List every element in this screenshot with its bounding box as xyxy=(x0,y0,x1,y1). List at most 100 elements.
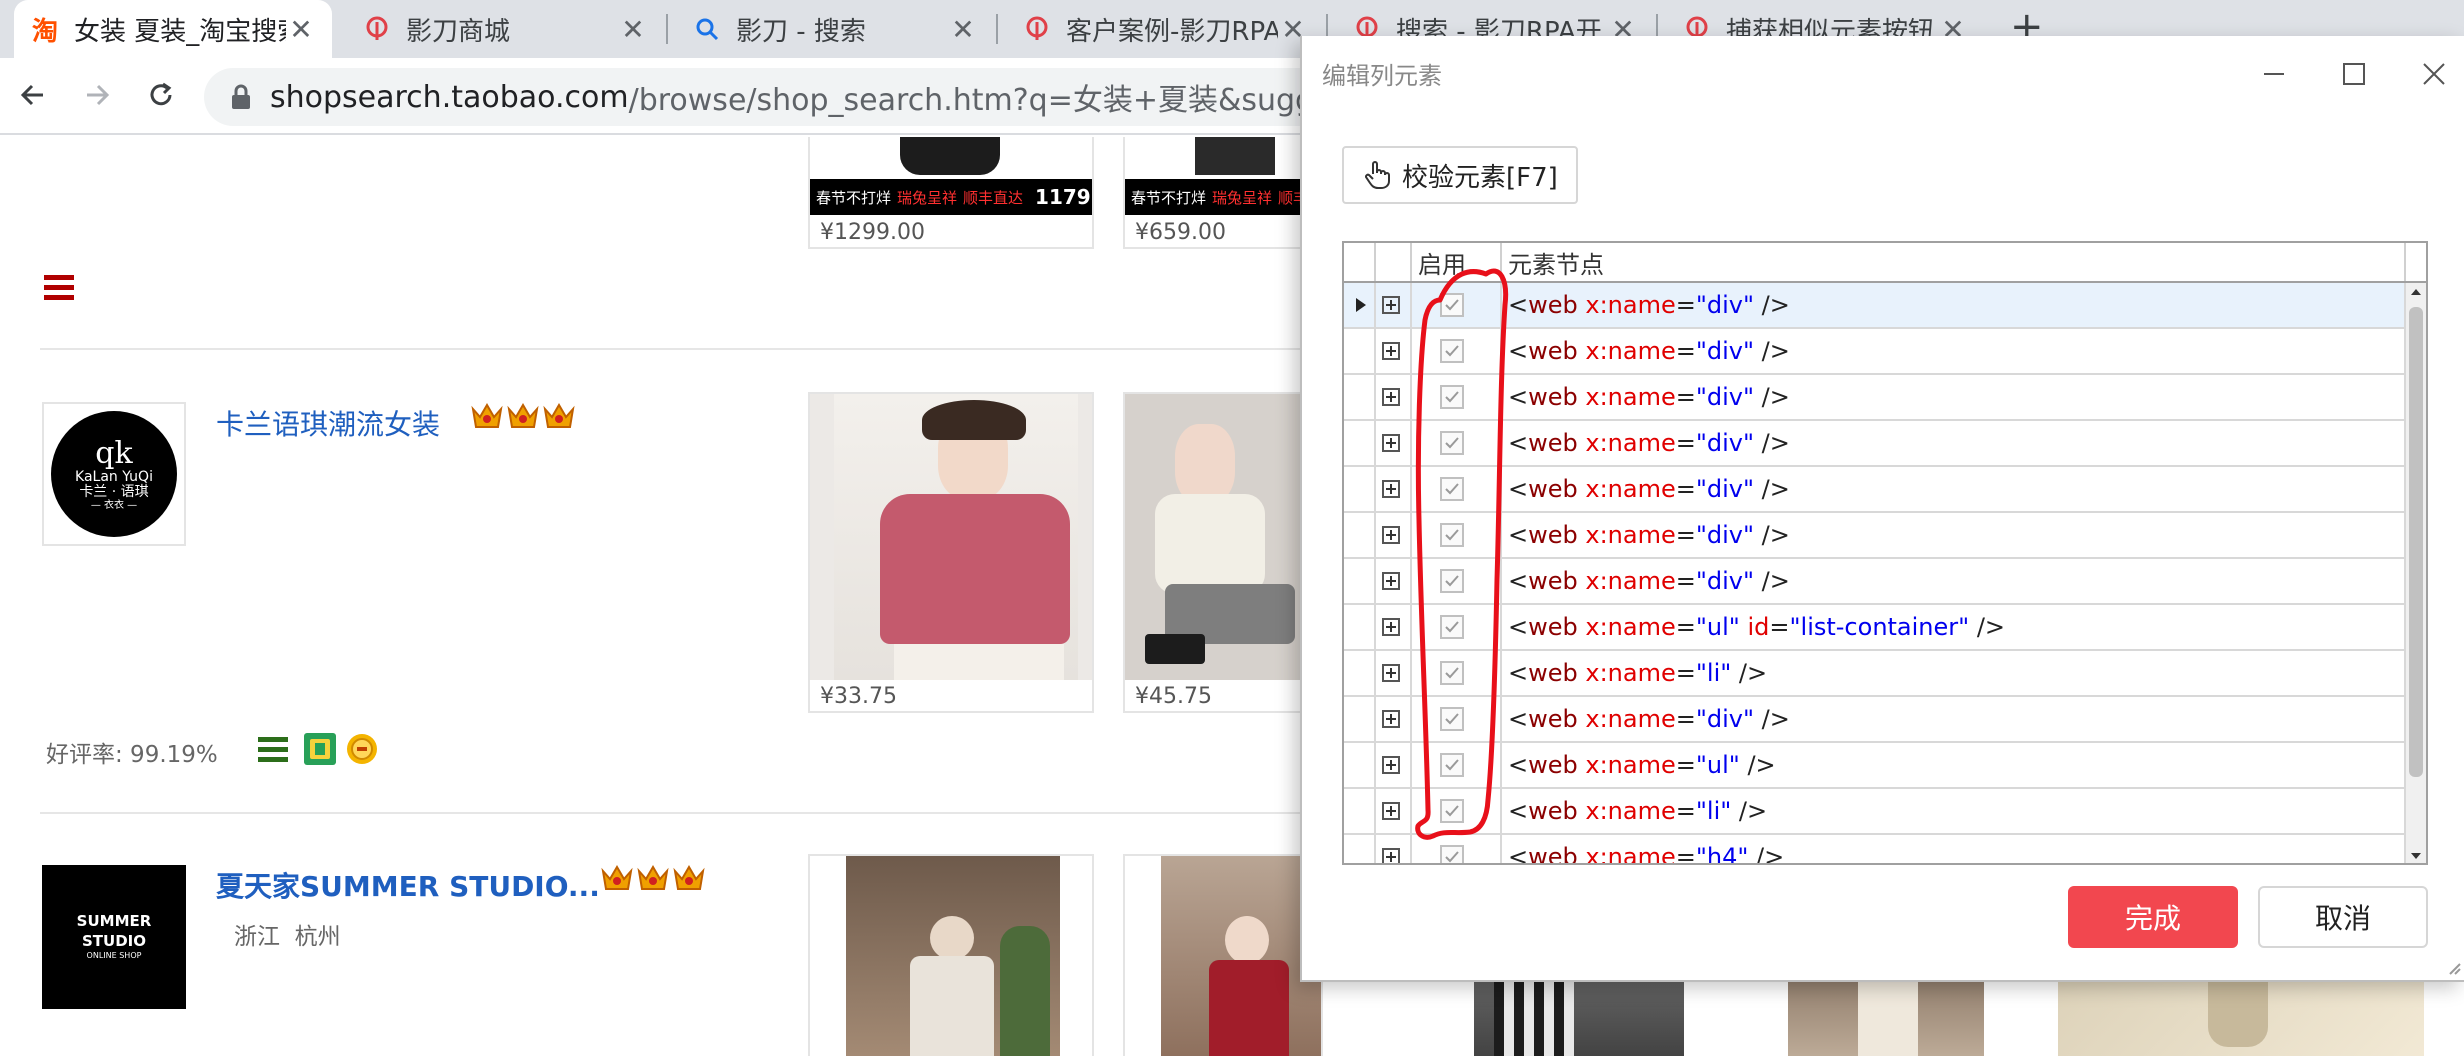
element-node-cell[interactable]: <web x:name="div" /> xyxy=(1502,697,2404,741)
grid-row[interactable]: <web x:name="ul" id="list-container" /> xyxy=(1344,605,2404,651)
element-node-cell[interactable]: <web x:name="div" /> xyxy=(1502,375,2404,419)
service-icon xyxy=(258,737,288,762)
taobao-icon: 淘 xyxy=(31,16,58,47)
element-node-text: <web x:name="div" /> xyxy=(1508,429,1790,457)
enabled-checkbox[interactable] xyxy=(1440,661,1464,685)
row-indicator-cell xyxy=(1344,743,1376,787)
grid-row[interactable]: <web x:name="div" /> xyxy=(1344,283,2404,329)
close-icon[interactable]: ✕ xyxy=(618,13,648,46)
element-node-cell[interactable]: <web x:name="div" /> xyxy=(1502,283,2404,327)
element-node-cell[interactable]: <web x:name="div" /> xyxy=(1502,467,2404,511)
resize-grip-icon[interactable] xyxy=(2444,958,2462,976)
close-button[interactable] xyxy=(2414,54,2454,94)
maximize-button[interactable] xyxy=(2334,54,2374,94)
enabled-checkbox[interactable] xyxy=(1440,523,1464,547)
tab-yingdao-search[interactable]: 影刀 - 搜索 ✕ xyxy=(676,0,994,58)
enabled-checkbox[interactable] xyxy=(1440,615,1464,639)
close-icon[interactable]: ✕ xyxy=(286,13,316,46)
cancel-button[interactable]: 取消 xyxy=(2258,886,2428,948)
tab-title: 客户案例-影刀RPA xyxy=(1066,16,1278,47)
product-card[interactable]: 春节不打烊 瑞兔呈祥 顺丰直达 1179 ¥1299.00 xyxy=(808,137,1094,249)
expand-icon[interactable] xyxy=(1382,710,1400,728)
scroll-up-icon[interactable] xyxy=(2410,287,2422,297)
expand-cell xyxy=(1376,789,1412,833)
tab-yingdao-mall[interactable]: 影刀商城 ✕ xyxy=(346,0,664,58)
shop-name-link[interactable]: 卡兰语琪潮流女装 xyxy=(216,403,440,443)
expand-icon[interactable] xyxy=(1382,526,1400,544)
yingdao-icon xyxy=(362,14,392,44)
enabled-checkbox[interactable] xyxy=(1440,569,1464,593)
menu-icon[interactable] xyxy=(44,275,76,303)
forward-button[interactable] xyxy=(72,70,122,120)
element-node-cell[interactable]: <web x:name="div" /> xyxy=(1502,513,2404,557)
grid-row[interactable]: <web x:name="ul" /> xyxy=(1344,743,2404,789)
expand-icon[interactable] xyxy=(1382,572,1400,590)
expand-icon[interactable] xyxy=(1382,434,1400,452)
element-node-cell[interactable]: <web x:name="h4" /> xyxy=(1502,835,2404,863)
enabled-cell xyxy=(1412,329,1502,373)
expand-icon[interactable] xyxy=(1382,296,1400,314)
element-node-cell[interactable]: <web x:name="div" /> xyxy=(1502,329,2404,373)
verify-element-button[interactable]: 校验元素[F7] xyxy=(1342,146,1578,204)
product-card[interactable] xyxy=(808,854,1094,1056)
grid-row[interactable]: <web x:name="h4" /> xyxy=(1344,835,2404,863)
expand-icon[interactable] xyxy=(1382,618,1400,636)
element-node-cell[interactable]: <web x:name="ul" id="list-container" /> xyxy=(1502,605,2404,649)
enabled-checkbox[interactable] xyxy=(1440,431,1464,455)
check-icon xyxy=(1445,805,1459,817)
expand-icon[interactable] xyxy=(1382,848,1400,863)
expand-icon[interactable] xyxy=(1382,802,1400,820)
grid-row[interactable]: <web x:name="li" /> xyxy=(1344,789,2404,835)
enabled-checkbox[interactable] xyxy=(1440,707,1464,731)
done-button[interactable]: 完成 xyxy=(2068,886,2238,948)
enabled-checkbox[interactable] xyxy=(1440,293,1464,317)
expand-icon[interactable] xyxy=(1382,342,1400,360)
enabled-checkbox[interactable] xyxy=(1440,339,1464,363)
enabled-checkbox[interactable] xyxy=(1440,385,1464,409)
product-card[interactable]: ¥45.75 xyxy=(1123,392,1323,713)
enabled-cell xyxy=(1412,283,1502,327)
tab-customer-cases[interactable]: 客户案例-影刀RPA ✕ xyxy=(1006,0,1324,58)
tab-taobao-search[interactable]: 淘 女装 夏装_淘宝搜索 ✕ xyxy=(14,0,332,58)
grid-row[interactable]: <web x:name="div" /> xyxy=(1344,421,2404,467)
vertical-scrollbar[interactable] xyxy=(2404,283,2426,863)
element-node-text: <web x:name="div" /> xyxy=(1508,383,1790,411)
element-node-cell[interactable]: <web x:name="li" /> xyxy=(1502,651,2404,695)
element-node-cell[interactable]: <web x:name="div" /> xyxy=(1502,421,2404,465)
edit-column-elements-dialog: 编辑列元素 校验元素[F7] 启用 元素节点 <web x:name="div"… xyxy=(1300,36,2464,982)
element-node-cell[interactable]: <web x:name="li" /> xyxy=(1502,789,2404,833)
enabled-checkbox[interactable] xyxy=(1440,845,1464,863)
enabled-checkbox[interactable] xyxy=(1440,799,1464,823)
scrollbar-thumb[interactable] xyxy=(2409,307,2423,777)
element-node-cell[interactable]: <web x:name="ul" /> xyxy=(1502,743,2404,787)
expand-icon[interactable] xyxy=(1382,388,1400,406)
enabled-cell xyxy=(1412,559,1502,603)
crown-icon xyxy=(637,865,669,890)
minimize-button[interactable] xyxy=(2254,54,2294,94)
scroll-down-icon[interactable] xyxy=(2410,851,2422,861)
shop-name-link[interactable]: 夏天家SUMMER STUDIO... xyxy=(216,865,600,905)
grid-row[interactable]: <web x:name="div" /> xyxy=(1344,513,2404,559)
element-node-cell[interactable]: <web x:name="div" /> xyxy=(1502,559,2404,603)
grid-row[interactable]: <web x:name="div" /> xyxy=(1344,375,2404,421)
enabled-checkbox[interactable] xyxy=(1440,753,1464,777)
product-card[interactable] xyxy=(1123,854,1323,1056)
shop-logo[interactable]: qk KaLan YuQi 卡兰 · 语琪 — 衣衣 — xyxy=(42,402,186,546)
product-card[interactable]: 春节不打烊 瑞兔呈祥 顺丰直达 ¥659.00 xyxy=(1123,137,1323,249)
grid-row[interactable]: <web x:name="li" /> xyxy=(1344,651,2404,697)
grid-row[interactable]: <web x:name="div" /> xyxy=(1344,697,2404,743)
divider xyxy=(40,348,1340,350)
grid-row[interactable]: <web x:name="div" /> xyxy=(1344,329,2404,375)
close-icon[interactable]: ✕ xyxy=(948,13,978,46)
shop-logo[interactable]: SUMMER STUDIO ONLINE SHOP xyxy=(42,865,186,1009)
expand-icon[interactable] xyxy=(1382,480,1400,498)
back-button[interactable] xyxy=(8,70,58,120)
grid-row[interactable]: <web x:name="div" /> xyxy=(1344,559,2404,605)
expand-icon[interactable] xyxy=(1382,664,1400,682)
grid-row[interactable]: <web x:name="div" /> xyxy=(1344,467,2404,513)
banner-text: 瑞兔呈祥 xyxy=(897,188,958,207)
enabled-checkbox[interactable] xyxy=(1440,477,1464,501)
reload-button[interactable] xyxy=(136,70,186,120)
expand-icon[interactable] xyxy=(1382,756,1400,774)
product-card[interactable]: ¥33.75 xyxy=(808,392,1094,713)
